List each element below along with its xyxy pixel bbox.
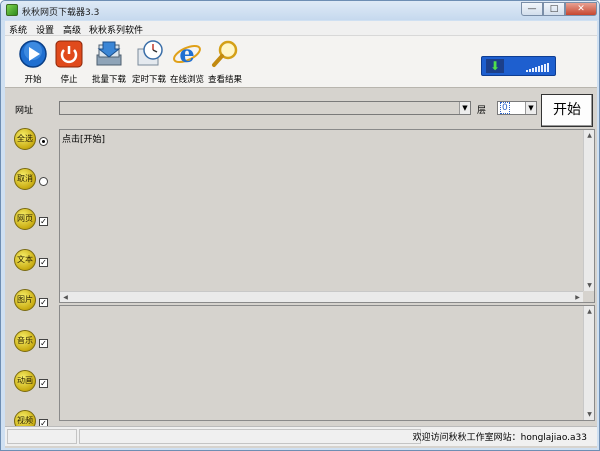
view-results-tool-button[interactable]: 查看结果 [205,39,245,85]
online-browse-tool-label: 在线浏览 [169,75,204,85]
layer-select[interactable]: 0 ▼ [497,101,537,115]
menu-system[interactable]: 系统 [9,23,27,36]
animation-button[interactable]: 动画 [14,370,36,392]
url-dropdown-chevron-icon[interactable]: ▼ [459,102,470,114]
layer-value: 0 [500,102,510,114]
image-button[interactable]: 图片 [14,289,36,311]
status-bar: 欢迎访问秋秋工作室网站：honglajiao.a33 [5,426,597,446]
stop-tool-label: 停止 [60,75,78,85]
webpage-checkbox[interactable]: ✓ [39,217,48,226]
text-checkbox[interactable]: ✓ [39,258,48,267]
menu-bar: 系统 设置 高级 秋秋系列软件 [5,21,597,36]
results-vertical-scrollbar[interactable]: ▲ ▼ [583,306,594,420]
status-cell-2 [79,429,421,444]
scroll-up-icon[interactable]: ▲ [584,306,595,317]
minimize-button[interactable]: — [521,2,543,16]
magnifier-icon [212,40,238,67]
url-input[interactable]: ▼ [59,101,471,115]
app-icon [6,4,18,16]
status-cell-1 [7,429,77,444]
toolbar: 开始 停止 批量下载 定时下载 e 在线浏览 查看结果 ⬇ [5,36,597,88]
window-title: 秋秋网页下载器3.3 [22,8,100,18]
text-button[interactable]: 文本 [14,249,36,271]
image-checkbox[interactable]: ✓ [39,298,48,307]
scroll-down-icon[interactable]: ▼ [584,409,595,420]
menu-settings[interactable]: 设置 [36,23,54,36]
maximize-button[interactable]: □ [543,2,565,16]
title-bar[interactable]: 秋秋网页下载器3.3 — □ ✕ [1,1,599,20]
start-tool-label: 开始 [24,75,42,85]
log-vertical-scrollbar[interactable]: ▲ ▼ [583,130,594,291]
animation-checkbox[interactable]: ✓ [39,379,48,388]
ie-browser-icon: e [173,39,201,68]
url-label: 网址 [15,106,34,116]
timed-download-tool-button[interactable]: 定时下载 [129,39,169,85]
clock-icon [137,40,163,66]
layer-dropdown-chevron-icon[interactable]: ▼ [525,102,536,114]
batch-download-tool-button[interactable]: 批量下载 [89,39,129,85]
select-all-button[interactable]: 全选 [14,128,36,150]
svg-text:e: e [179,39,194,68]
menu-advanced[interactable]: 高级 [63,23,81,36]
deselect-radio[interactable] [39,177,48,186]
status-message: 欢迎访问秋秋工作室网站：honglajiao.a33 [412,433,587,443]
signal-bars-icon [525,62,549,72]
log-text: 点击[开始] [62,135,106,145]
log-horizontal-scrollbar[interactable]: ◀ ▶ [60,291,583,302]
batch-download-tool-label: 批量下载 [91,75,126,85]
scroll-left-icon[interactable]: ◀ [60,292,71,303]
menu-series-software[interactable]: 秋秋系列软件 [89,23,143,36]
music-checkbox[interactable]: ✓ [39,339,48,348]
online-browse-tool-button[interactable]: e 在线浏览 [167,39,207,85]
app-window: 秋秋网页下载器3.3 — □ ✕ 系统 设置 高级 秋秋系列软件 开始 停止 批… [0,0,600,451]
download-arrow-icon: ⬇ [486,59,504,73]
scroll-down-icon[interactable]: ▼ [584,280,595,291]
batch-download-icon [96,41,122,66]
scroll-up-icon[interactable]: ▲ [584,130,595,141]
play-icon [19,40,47,68]
music-button[interactable]: 音乐 [14,330,36,352]
log-panel[interactable]: 点击[开始] ▲ ▼ ◀ ▶ [59,129,595,303]
stop-tool-button[interactable]: 停止 [51,39,87,85]
power-stop-icon [55,40,83,68]
speed-indicator: ⬇ [481,56,556,76]
layer-label: 层 [477,106,487,116]
scroll-right-icon[interactable]: ▶ [572,292,583,303]
start-button[interactable]: 开始 [541,94,593,127]
select-all-radio[interactable] [39,137,48,146]
results-panel[interactable]: ▲ ▼ [59,305,595,421]
start-tool-button[interactable]: 开始 [15,39,51,85]
webpage-button[interactable]: 网页 [14,208,36,230]
client-area: 系统 设置 高级 秋秋系列软件 开始 停止 批量下载 定时下载 e 在线浏览 查… [5,21,597,448]
view-results-tool-label: 查看结果 [207,75,242,85]
timed-download-tool-label: 定时下载 [131,75,166,85]
close-button[interactable]: ✕ [565,2,597,16]
deselect-button[interactable]: 取消 [14,168,36,190]
